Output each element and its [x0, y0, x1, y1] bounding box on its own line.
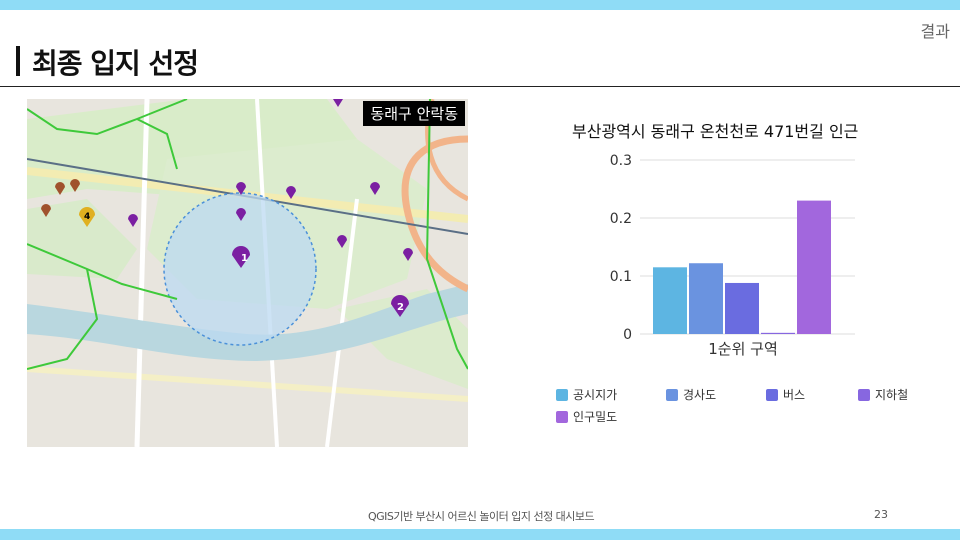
bar-4	[761, 332, 795, 334]
legend-item: 경사도	[666, 386, 716, 403]
legend-label: 공시지가	[573, 388, 618, 402]
section-label: 결과	[920, 22, 950, 41]
y-tick-label: 0.1	[610, 269, 632, 285]
footer-text: QGIS기반 부산시 어르신 놀이터 입지 선정 대시보드	[368, 510, 595, 523]
legend-swatch	[666, 388, 678, 401]
marker-4-label: 4	[84, 212, 90, 222]
marker-2-label: 2	[397, 302, 404, 313]
legend-label: 지하철	[875, 388, 909, 402]
y-tick-label: 0	[623, 327, 632, 343]
page-number: 23	[874, 508, 888, 521]
top-accent-bar	[0, 0, 960, 10]
bar-2	[689, 263, 723, 334]
y-tick-label: 0.3	[610, 153, 632, 169]
legend-label: 인구밀도	[573, 410, 618, 424]
legend-item: 공시지가	[556, 386, 617, 403]
legend-item: 버스	[766, 386, 805, 403]
bar-5	[797, 200, 831, 334]
bar-3	[725, 282, 759, 334]
legend-label: 경사도	[683, 388, 717, 402]
title-accent-bar	[16, 46, 20, 76]
map-canvas: 1 2 4	[27, 99, 468, 447]
map-location-label: 동래구 안락동	[363, 101, 465, 126]
marker-1-label: 1	[241, 253, 248, 264]
legend-swatch	[858, 388, 870, 401]
legend-swatch	[766, 388, 778, 401]
title-divider	[0, 86, 960, 87]
page-title: 최종 입지 선정	[32, 47, 199, 80]
bar-1	[653, 267, 687, 334]
bar-chart: 0 0.1 0.2 0.3 1순위 구역	[610, 153, 855, 358]
legend-label: 버스	[783, 388, 806, 402]
bottom-accent-bar	[0, 529, 960, 540]
legend-swatch	[556, 388, 568, 401]
legend-swatch	[556, 410, 568, 423]
map-view[interactable]: 1 2 4 동래구 안락동	[27, 99, 468, 447]
legend-item: 지하철	[858, 386, 908, 403]
x-category-label: 1순위 구역	[708, 340, 778, 358]
chart-title: 부산광역시 동래구 온천천로 471번길 인근	[572, 122, 859, 141]
y-tick-label: 0.2	[610, 211, 632, 227]
legend-item: 인구밀도	[556, 408, 617, 425]
